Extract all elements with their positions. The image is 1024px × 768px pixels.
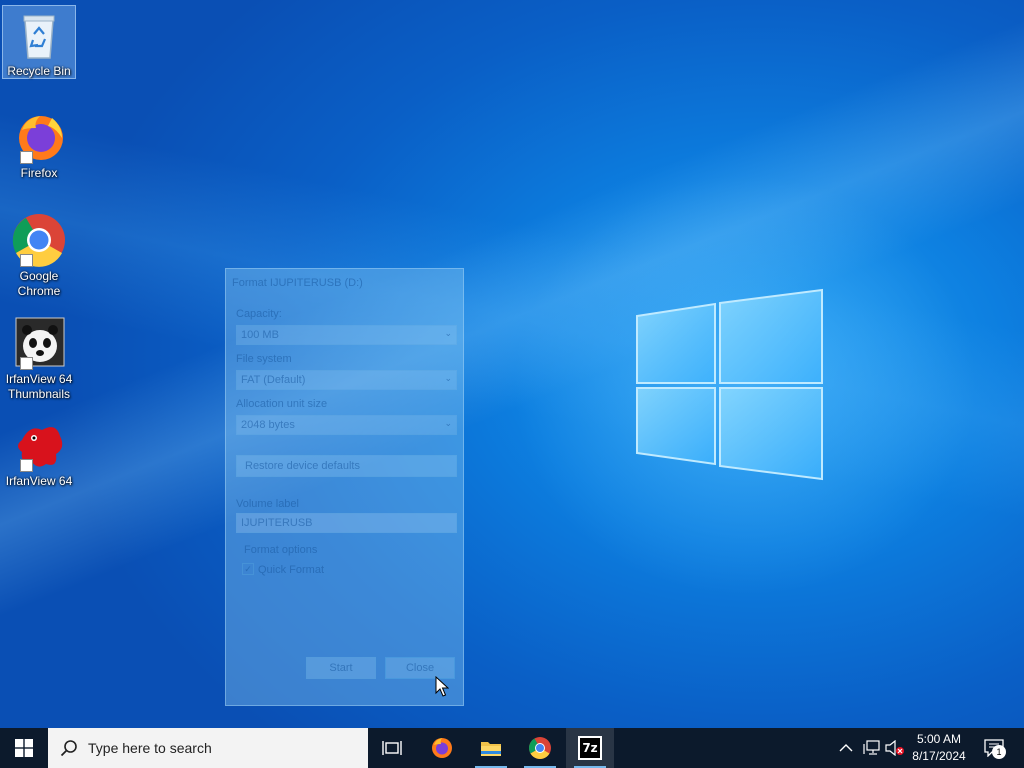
firefox-icon [12,110,66,164]
notification-count-badge: 1 [992,745,1006,759]
clock-date: 8/17/2024 [912,749,966,763]
desktop: Recycle Bin Firefox Google Chrome IrfanV… [0,0,1024,728]
taskbar-7zip-button[interactable]: 7z [566,728,614,768]
volume-label-input[interactable]: IJUPITERUSB [236,513,457,533]
irfanview-thumbnails-icon [12,316,66,370]
network-tray-button[interactable] [860,728,882,768]
search-placeholder: Type here to search [88,740,212,756]
capacity-select[interactable]: 100 MB ⌄ [236,325,457,345]
chrome-icon [12,213,66,267]
search-icon [60,740,77,757]
format-dialog[interactable]: Format IJUPITERUSB (D:) Capacity: 100 MB… [225,268,464,706]
taskbar-chrome-button[interactable] [516,728,564,768]
shortcut-arrow-icon [20,357,33,370]
allocation-select[interactable]: 2048 bytes ⌄ [236,415,457,435]
firefox-icon [432,738,452,758]
taskbar: Type here to search 7z 5:00 AM 8/17/2024 [0,728,1024,768]
chevron-up-icon [839,744,853,752]
format-options-label: Format options [244,544,318,556]
chrome-icon [529,737,551,759]
shortcut-arrow-icon [20,459,33,472]
network-icon [863,740,880,755]
windows-start-icon [15,739,33,757]
irfanview-label: IrfanView 64 [5,474,73,488]
capacity-value: 100 MB [241,329,279,341]
allocation-value: 2048 bytes [241,419,295,431]
firefox-label: Firefox [20,166,58,180]
chevron-down-icon: ⌄ [444,418,452,428]
clock-time: 5:00 AM [916,732,962,746]
shortcut-arrow-icon [20,254,33,267]
chevron-down-icon: ⌄ [444,373,452,383]
volume-label-value: IJUPITERUSB [241,517,313,529]
capacity-label: Capacity: [236,308,282,320]
task-view-icon [382,741,402,755]
mouse-pointer-icon [435,676,449,697]
restore-defaults-button[interactable]: Restore device defaults [236,455,457,477]
taskbar-firefox-button[interactable] [418,728,466,768]
chrome-label: Google Chrome [17,269,61,298]
quick-format-label: Quick Format [258,564,325,576]
file-system-label: File system [236,353,292,365]
desktop-icon-chrome[interactable]: Google Chrome [2,213,76,299]
volume-tray-button[interactable] [884,728,906,768]
volume-muted-icon [885,740,904,756]
start-button[interactable]: Start [306,657,376,679]
file-system-value: FAT (Default) [241,374,306,386]
chevron-down-icon: ⌄ [444,328,452,338]
quick-format-checkbox[interactable]: ✓ [242,563,254,575]
irfanview-thumbnails-label: IrfanView 64 Thumbnails [5,372,73,401]
volume-label-label: Volume label [236,498,299,510]
7zip-icon-label: 7z [582,741,598,755]
irfanview-icon [12,418,66,472]
desktop-icon-firefox[interactable]: Firefox [2,110,76,181]
dialog-title: Format IJUPITERUSB (D:) [232,277,363,289]
taskbar-file-explorer-button[interactable] [467,728,515,768]
file-explorer-icon [481,742,501,756]
desktop-icon-irfanview[interactable]: IrfanView 64 [2,418,76,489]
start-button[interactable] [0,728,48,768]
taskbar-search-box[interactable]: Type here to search [48,728,368,768]
clock-display: 5:00 AM 8/17/2024 [904,731,974,765]
recycle-bin-icon [12,8,66,62]
recycle-bin-label: Recycle Bin [7,64,71,78]
shortcut-arrow-icon [20,151,33,164]
file-system-select[interactable]: FAT (Default) ⌄ [236,370,457,390]
windows-logo-wallpaper [636,288,823,481]
desktop-icon-irfanview-thumbnails[interactable]: IrfanView 64 Thumbnails [2,316,76,402]
7zip-icon: 7z [578,736,602,760]
task-view-button[interactable] [368,728,416,768]
show-hidden-icons-button[interactable] [836,728,856,768]
desktop-icon-recycle-bin[interactable]: Recycle Bin [2,5,76,79]
allocation-label: Allocation unit size [236,398,328,410]
